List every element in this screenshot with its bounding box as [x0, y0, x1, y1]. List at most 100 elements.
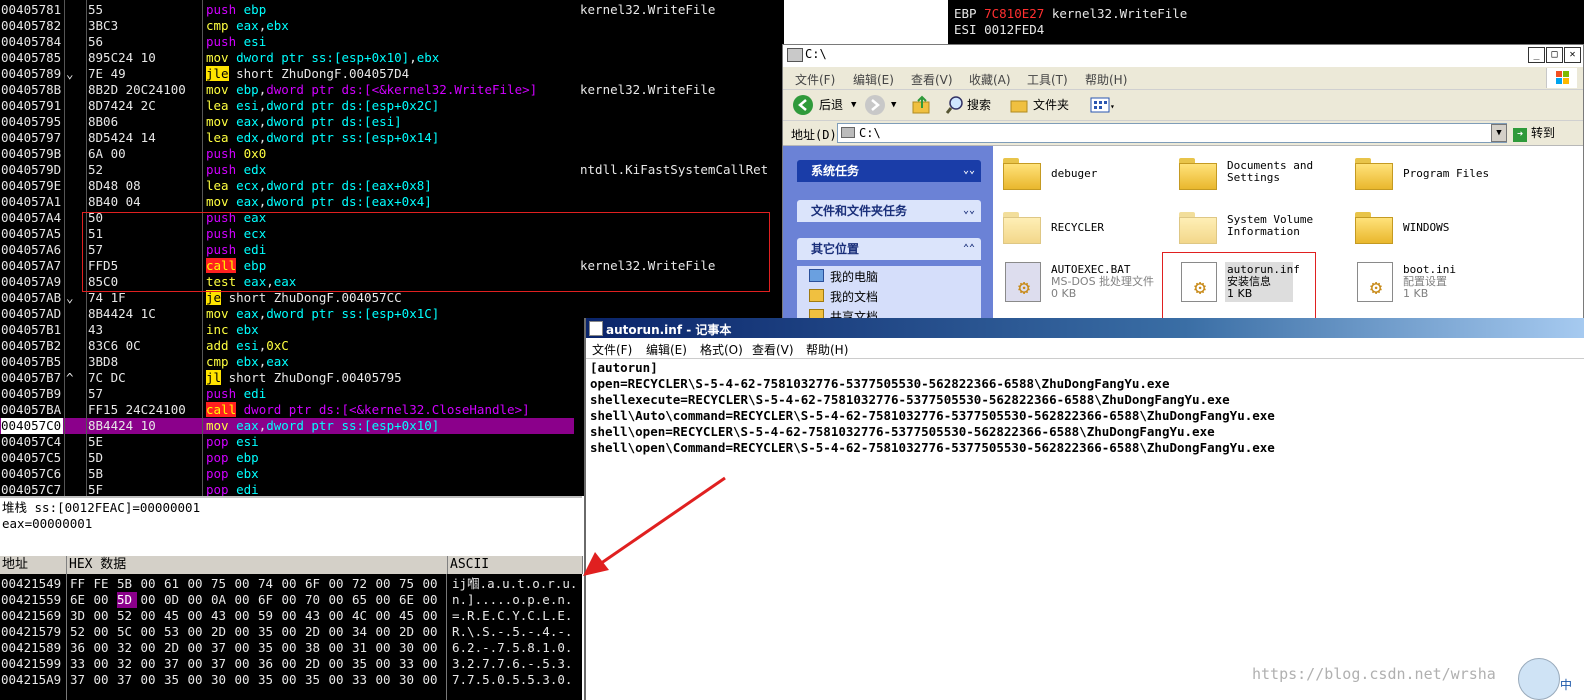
- dump-byte[interactable]: 36: [70, 640, 90, 656]
- dump-byte[interactable]: 37: [211, 656, 231, 672]
- dump-byte[interactable]: 59: [258, 608, 278, 624]
- dump-byte[interactable]: 31: [352, 640, 372, 656]
- dump-byte[interactable]: 33: [399, 656, 419, 672]
- dump-byte[interactable]: 00: [423, 624, 443, 640]
- dump-byte[interactable]: 35: [164, 672, 184, 688]
- dump-byte[interactable]: 00: [188, 640, 208, 656]
- notepad-menu-item[interactable]: 格式(O): [700, 341, 743, 358]
- dump-byte[interactable]: 00: [94, 672, 114, 688]
- disasm-row[interactable]: 004057AD 8B4424 1C mov eax,dword ptr ss:[e…: [0, 306, 582, 322]
- dump-row[interactable]: 00421589 36 00 32 00 2D 00 37 00 35 00 38 00 31 00 30 00…: [0, 640, 582, 656]
- minimize-button[interactable]: _: [1528, 47, 1545, 63]
- disasm-row[interactable]: 004057A5 51 push ecx: [0, 226, 582, 242]
- dump-byte[interactable]: 00: [376, 592, 396, 608]
- dump-byte[interactable]: 00: [94, 640, 114, 656]
- file-item[interactable]: WINDOWS: [1351, 206, 1521, 256]
- dump-byte[interactable]: 00: [188, 672, 208, 688]
- dump-byte[interactable]: 32: [117, 656, 137, 672]
- dump-byte[interactable]: 00: [329, 608, 349, 624]
- dump-byte[interactable]: 6E: [70, 592, 90, 608]
- file-item[interactable]: Program Files: [1351, 152, 1521, 202]
- dump-byte[interactable]: 45: [399, 608, 419, 624]
- forward-arrow-icon[interactable]: [865, 95, 885, 115]
- disasm-row[interactable]: 004057B5 3BD8 cmp ebx,eax: [0, 354, 582, 370]
- dump-byte[interactable]: 37: [211, 640, 231, 656]
- folder-up-icon[interactable]: [911, 94, 933, 116]
- dump-byte[interactable]: 0D: [164, 592, 184, 608]
- disasm-row[interactable]: 004057AB ⌄ 74 1F je short ZhuDongF.004057CC: [0, 290, 582, 306]
- disasm-row[interactable]: 00405785 895C24 10 mov dword ptr ss:[esp+0…: [0, 50, 582, 66]
- dump-byte[interactable]: FE: [94, 576, 114, 592]
- dump-byte[interactable]: 52: [70, 624, 90, 640]
- disasm-row[interactable]: 004057B1 43 inc ebx: [0, 322, 582, 338]
- dump-byte[interactable]: 5C: [117, 624, 137, 640]
- disasm-row[interactable]: 004057C5 5D pop ebp: [0, 450, 582, 466]
- dump-row[interactable]: 00421569 3D 00 52 00 45 00 43 00 59 00 43 00 4C 00 45 00…: [0, 608, 582, 624]
- go-button[interactable]: ➜ 转到: [1513, 124, 1555, 142]
- dump-byte[interactable]: 35: [258, 640, 278, 656]
- disasm-row[interactable]: 0040579E 8D48 08 lea ecx,dword ptr ds:[eax…: [0, 178, 582, 194]
- dump-header-ascii[interactable]: ASCII: [448, 556, 583, 574]
- file-item[interactable]: RECYCLER: [999, 206, 1169, 256]
- dump-byte[interactable]: 32: [117, 640, 137, 656]
- file-item[interactable]: boot.ini配置设置1 KB: [1351, 258, 1521, 308]
- hex-dump-pane[interactable]: 地址 HEX 数据 ASCII 00421549 FF FE 5B 00 61 00 75 00…: [0, 556, 583, 700]
- dump-row[interactable]: 004215A9 37 00 37 00 35 00 30 00 35 00 35 00 33 00 30 00…: [0, 672, 582, 688]
- dump-byte[interactable]: 6F: [258, 592, 278, 608]
- explorer-menu-item[interactable]: 编辑(E): [853, 71, 894, 88]
- dump-byte[interactable]: 00: [423, 656, 443, 672]
- dump-byte[interactable]: 00: [141, 608, 161, 624]
- dump-byte[interactable]: 00: [188, 592, 208, 608]
- dump-byte[interactable]: 00: [235, 672, 255, 688]
- dump-byte[interactable]: 00: [235, 640, 255, 656]
- dump-byte[interactable]: 45: [164, 608, 184, 624]
- back-button[interactable]: 后退: [819, 94, 843, 116]
- dump-byte[interactable]: 30: [399, 640, 419, 656]
- disasm-row[interactable]: 00405797 8D5424 14 lea edx,dword ptr ss:[e…: [0, 130, 582, 146]
- dump-byte[interactable]: 4C: [352, 608, 372, 624]
- dump-byte[interactable]: 00: [423, 592, 443, 608]
- dump-byte[interactable]: 0A: [211, 592, 231, 608]
- dump-byte[interactable]: 00: [235, 608, 255, 624]
- disasm-row[interactable]: 004057B7 ^ 7C DC jl short ZhuDongF.00405795: [0, 370, 582, 386]
- dump-byte[interactable]: 00: [282, 592, 302, 608]
- address-input[interactable]: C:\: [837, 123, 1507, 143]
- dump-byte[interactable]: 00: [141, 576, 161, 592]
- dump-byte[interactable]: 5D: [117, 592, 137, 608]
- explorer-window[interactable]: C:\ _ □ ✕ 文件(F) 编辑(E) 查看(V) 收藏(A) 工具(T) 帮助(H)…: [782, 44, 1584, 321]
- dump-byte[interactable]: 30: [211, 672, 231, 688]
- disassembly-pane[interactable]: 00405781 55 push ebp 00405782 3BC3 cmp eax,eb…: [0, 0, 582, 496]
- dump-byte[interactable]: 00: [188, 656, 208, 672]
- dump-byte[interactable]: 35: [258, 672, 278, 688]
- notepad-menu-item[interactable]: 查看(V): [752, 341, 794, 358]
- dump-byte[interactable]: 00: [141, 624, 161, 640]
- disasm-row[interactable]: 00405795 8B06 mov eax,dword ptr ds:[esi]: [0, 114, 582, 130]
- notepad-menu-item[interactable]: 编辑(E): [646, 341, 687, 358]
- dump-byte[interactable]: 35: [258, 624, 278, 640]
- dump-byte[interactable]: 2D: [305, 624, 325, 640]
- explorer-menu-item[interactable]: 文件(F): [795, 71, 835, 88]
- dump-byte[interactable]: 00: [423, 576, 443, 592]
- disasm-row[interactable]: 004057C7 5F pop edi: [0, 482, 582, 496]
- disasm-row[interactable]: 004057A6 57 push edi: [0, 242, 582, 258]
- dump-byte[interactable]: 36: [258, 656, 278, 672]
- dump-row[interactable]: 00421549 FF FE 5B 00 61 00 75 00 74 00 6F 00 72 00 75 00…: [0, 576, 582, 592]
- dump-byte[interactable]: 00: [376, 672, 396, 688]
- dump-byte[interactable]: 00: [235, 656, 255, 672]
- dump-byte[interactable]: 61: [164, 576, 184, 592]
- disasm-row[interactable]: 004057C6 5B pop ebx: [0, 466, 582, 482]
- dump-byte[interactable]: 00: [376, 656, 396, 672]
- disasm-row[interactable]: 00405784 56 push esi: [0, 34, 582, 50]
- disasm-row[interactable]: 004057C4 5E pop esi: [0, 434, 582, 450]
- explorer-menu-item[interactable]: 收藏(A): [969, 71, 1011, 88]
- dump-byte[interactable]: 65: [352, 592, 372, 608]
- dump-byte[interactable]: 00: [329, 576, 349, 592]
- explorer-menu-item[interactable]: 工具(T): [1027, 71, 1068, 88]
- file-item[interactable]: debuger: [999, 152, 1169, 202]
- disasm-row[interactable]: 004057A1 8B40 04 mov eax,dword ptr ds:[eax…: [0, 194, 582, 210]
- disasm-row[interactable]: 004057C0 8B4424 10 mov eax,dword ptr ss:[e…: [0, 418, 582, 434]
- section-file-tasks[interactable]: 文件和文件夹任务 ⌄⌄: [797, 200, 981, 222]
- place-my-documents[interactable]: 我的文档: [809, 288, 878, 305]
- dump-byte[interactable]: 52: [117, 608, 137, 624]
- dump-byte[interactable]: 53: [164, 624, 184, 640]
